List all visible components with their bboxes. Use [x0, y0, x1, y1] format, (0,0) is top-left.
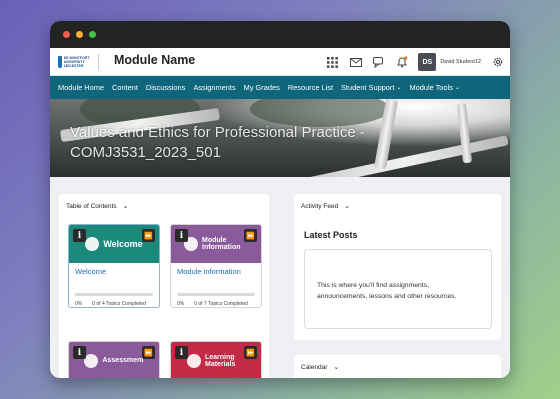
tile-header-label: Assessment — [102, 357, 144, 365]
toc-title-label: Table of Contents — [66, 202, 117, 210]
progress-percent: 0% — [75, 301, 83, 307]
nav-label: My Grades — [243, 83, 280, 92]
nav-content[interactable]: Content — [112, 83, 138, 92]
user-name[interactable]: David Student12 — [440, 59, 481, 65]
nav-label: Resource List — [287, 83, 333, 92]
table-of-contents-widget: Table of Contents ⌄ i Welcome ⏩ Welcome … — [59, 194, 269, 378]
nav-my-grades[interactable]: My Grades — [244, 83, 280, 92]
notification-bell-icon[interactable] — [395, 56, 408, 69]
nav-module-tools[interactable]: Module Tools ⌄ — [409, 83, 459, 92]
nav-label: Student Support — [341, 83, 395, 92]
progress-text: 0 of 7 Topics Completed — [194, 301, 248, 307]
chevron-down-icon: ⌄ — [344, 203, 351, 210]
window-titlebar — [50, 21, 510, 48]
university-logo[interactable]: DE MONTFORT UNIVERSITY LEICESTER — [58, 53, 92, 71]
tile-header: i Module Information ⏩ — [171, 225, 261, 263]
progress-meta: 0% 0 of 7 Topics Completed — [171, 296, 261, 307]
nav-label: Assignments — [193, 83, 236, 92]
browser-window: DE MONTFORT UNIVERSITY LEICESTER Module … — [50, 21, 510, 378]
module-banner: Values and Ethics for Professional Pract… — [50, 99, 510, 177]
fast-forward-icon[interactable]: ⏩ — [244, 346, 257, 359]
close-window-button[interactable] — [63, 31, 70, 38]
chevron-down-icon: ⌄ — [396, 85, 402, 91]
minimize-window-button[interactable] — [76, 31, 83, 38]
calendar-label: Calendar — [301, 363, 328, 371]
fast-forward-icon[interactable]: ⏩ — [244, 229, 257, 242]
toc-tile-module-information[interactable]: i Module Information ⏩ Module informatio… — [170, 224, 262, 308]
nav-label: Discussions — [145, 83, 186, 92]
nav-label: Module Tools — [409, 83, 453, 92]
module-header: DE MONTFORT UNIVERSITY LEICESTER Module … — [50, 48, 510, 76]
info-icon[interactable]: i — [175, 229, 188, 242]
toc-tile-welcome[interactable]: i Welcome ⏩ Welcome 0% 0 of 4 Topics Com… — [68, 224, 160, 308]
tile-header: i Assessment ⏩ — [69, 342, 159, 378]
fast-forward-icon[interactable]: ⏩ — [142, 229, 155, 242]
waving-hand-icon — [85, 237, 100, 251]
chat-icon[interactable] — [372, 56, 385, 69]
tile-link-welcome[interactable]: Welcome — [69, 263, 159, 293]
tile-link-module-information[interactable]: Module information — [171, 263, 261, 293]
nav-label: Module Home — [58, 83, 105, 92]
activity-feed-label: Activity Feed — [301, 202, 339, 210]
module-navbar: Module Home Content Discussions Assignme… — [50, 76, 510, 99]
tile-header: i Welcome ⏩ — [69, 225, 159, 263]
toc-tile-learning-materials[interactable]: i Learning Materials ⏩ — [170, 341, 262, 378]
chevron-down-icon: ⌄ — [333, 364, 340, 371]
nav-label: Content — [112, 83, 138, 92]
latest-posts-heading: Latest Posts — [304, 230, 358, 240]
module-title[interactable]: Module Name — [114, 53, 195, 67]
nav-resource-list[interactable]: Resource List — [288, 83, 333, 92]
header-actions: DS David Student12 — [326, 51, 504, 73]
mail-icon[interactable] — [349, 56, 362, 69]
maximize-window-button[interactable] — [89, 31, 96, 38]
nav-student-support[interactable]: Student Support ⌄ — [341, 83, 401, 92]
chevron-down-icon: ⌄ — [454, 85, 460, 91]
toc-title[interactable]: Table of Contents ⌄ — [66, 202, 129, 211]
header-divider — [98, 54, 99, 70]
homepage-content: Table of Contents ⌄ i Welcome ⏩ Welcome … — [50, 177, 510, 378]
book-icon — [187, 354, 201, 368]
info-icon[interactable]: i — [73, 229, 86, 242]
feed-empty-message: This is where you'll find assignments, a… — [304, 249, 492, 329]
tile-header: i Learning Materials ⏩ — [171, 342, 261, 378]
tile-header-label: Module Information — [202, 236, 241, 252]
checkmark-icon — [84, 354, 99, 368]
nav-module-home[interactable]: Module Home — [58, 83, 104, 92]
progress-percent: 0% — [177, 301, 185, 307]
nav-discussions[interactable]: Discussions — [146, 83, 185, 92]
progress-text: 0 of 4 Topics Completed — [92, 301, 146, 307]
info-icon[interactable]: i — [73, 346, 86, 359]
tile-header-label: Learning Materials — [205, 353, 236, 369]
calendar-widget: Calendar ⌄ — [294, 355, 501, 378]
toc-tile-assessment[interactable]: i Assessment ⏩ — [68, 341, 160, 378]
nav-assignments[interactable]: Assignments — [193, 83, 235, 92]
activity-feed-title[interactable]: Activity Feed ⌄ — [301, 202, 351, 211]
calendar-title[interactable]: Calendar ⌄ — [301, 363, 340, 372]
logo-text: DE MONTFORT UNIVERSITY LEICESTER — [63, 56, 90, 68]
app-grid-icon[interactable] — [326, 56, 339, 69]
module-course-title: Values and Ethics for Professional Pract… — [70, 124, 365, 161]
fast-forward-icon[interactable]: ⏩ — [142, 346, 155, 359]
info-icon[interactable]: i — [175, 346, 188, 359]
chevron-down-icon: ⌄ — [122, 203, 129, 210]
settings-gear-icon[interactable] — [491, 56, 504, 69]
logo-shield-icon — [58, 56, 62, 68]
user-avatar[interactable]: DS — [418, 53, 437, 71]
progress-meta: 0% 0 of 4 Topics Completed — [69, 296, 159, 307]
activity-feed-widget: Activity Feed ⌄ Latest Posts This is whe… — [294, 194, 501, 340]
tile-header-label: Welcome — [103, 238, 143, 249]
